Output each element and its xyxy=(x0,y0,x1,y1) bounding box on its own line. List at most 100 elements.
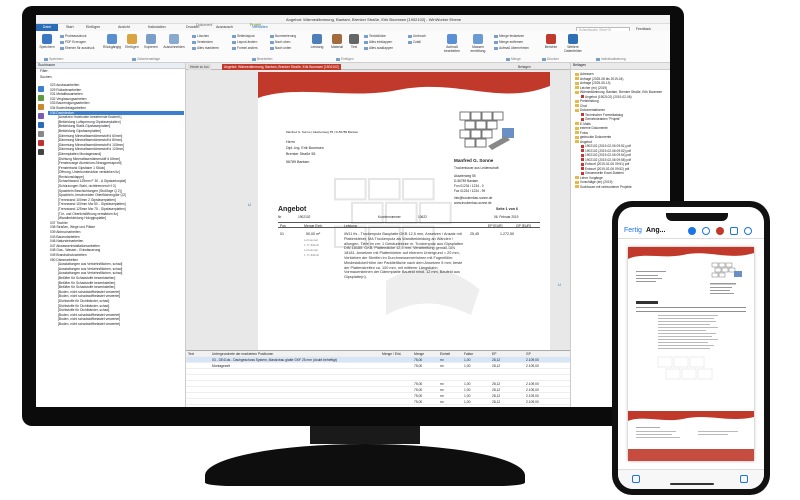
text-button[interactable]: Text xyxy=(348,34,360,49)
grid-cell-faktor: 1,00 xyxy=(464,400,471,404)
tab-start[interactable]: Start xyxy=(66,25,74,29)
attachment-label: Angebot (1902102) (2019-02-06) xyxy=(585,94,632,99)
grid-cell-gp: 2.109,00 xyxy=(526,358,539,362)
settings-icon[interactable] xyxy=(38,131,44,137)
attachment-label: Entwurf (2019-02-06 09:51) pdf xyxy=(585,162,630,166)
signature-icon[interactable] xyxy=(716,227,724,235)
page-layout-button[interactable]: Seitenlayout xyxy=(232,34,255,38)
fields-button[interactable]: Weitere Datenfelder xyxy=(562,34,584,53)
set-quantity-button[interactable]: Menge festsetzen xyxy=(494,34,524,38)
attachment-label: Gemeindeakten "Projekt" xyxy=(585,117,621,121)
attachment-label: Fotos xyxy=(580,130,588,135)
ribbon: Speichern Probeausdruck PDF Erzeugen Ebe… xyxy=(36,31,670,63)
move-up-button[interactable]: Nach oben xyxy=(270,40,290,44)
copy-button[interactable]: Kopieren xyxy=(142,34,160,49)
info-icon[interactable] xyxy=(38,122,44,128)
verstecken-button[interactable]: Verstecken xyxy=(192,40,213,44)
attachment-label: Suchbaum mit verbundener Projekte xyxy=(580,184,632,189)
delete-button[interactable]: Löschen xyxy=(192,34,209,38)
grid-cell-menge: 75,00 xyxy=(414,364,423,368)
cut-button[interactable]: Ausschneiden xyxy=(162,34,186,49)
tab-ansicht[interactable]: Ansicht xyxy=(118,25,130,29)
take-measure-button[interactable]: Aufmaß übernehmen xyxy=(494,46,529,50)
service-button[interactable]: Leistung xyxy=(308,34,326,49)
save-button[interactable]: Speichern xyxy=(38,34,56,49)
remove-quantity-button[interactable]: Menge entfernen xyxy=(494,40,523,44)
attachment-label: Anfrage (2025-05-13) xyxy=(580,81,611,85)
reports-button[interactable]: Berichte xyxy=(542,34,560,49)
header-wave xyxy=(258,72,550,98)
phone-done-button[interactable]: Fertig xyxy=(624,227,642,234)
attachment-label: Preisbindung xyxy=(580,99,599,103)
document-page[interactable]: Manfred G. Sonne | Akazienweg 55 | D-567… xyxy=(258,72,550,350)
folder-icon xyxy=(575,81,579,85)
attachment-label: gedruckte Dokumente xyxy=(580,135,612,139)
home-indicator[interactable] xyxy=(670,483,714,485)
markup-icon[interactable] xyxy=(688,227,696,235)
undo-button[interactable]: Rückgängig xyxy=(102,34,122,49)
grid-cell-menge: 75,00 xyxy=(414,400,423,404)
grid-cell-gp: 2.109,00 xyxy=(526,382,539,386)
calendar-icon[interactable] xyxy=(38,113,44,119)
col-gp: GP [EUR] xyxy=(516,224,531,228)
window-title: Angebot: Wärmedämmung, Bantam, Brenker S… xyxy=(286,17,462,22)
document-date: 06. Februar 2019 xyxy=(494,215,519,219)
numbering-button[interactable]: Nummerierung xyxy=(270,34,296,38)
attachment-label: Wärmedämmung, Bantam, Brenker Straße, Er… xyxy=(580,90,663,94)
tab-ausrausch[interactable]: Ausrausch xyxy=(216,25,233,29)
recipient-line-4: 56789 Bantam xyxy=(286,160,310,164)
folder-icon xyxy=(575,104,579,108)
zufall-button[interactable]: Zufall xyxy=(408,40,421,44)
attachment-item[interactable]: Suchbaum mit verbundener Projekte xyxy=(571,185,670,190)
share-icon[interactable] xyxy=(730,227,738,235)
ebenen-button[interactable]: Ebenen für ausdruck xyxy=(60,46,94,50)
mass-button[interactable]: Massen ermittlung xyxy=(466,34,490,53)
paste-button[interactable]: Einfügen xyxy=(124,34,140,49)
umbruch-button[interactable]: Umbruch xyxy=(408,34,426,38)
title-bar: Angebot: Wärmedämmung, Bantam, Brenker S… xyxy=(36,15,670,24)
grid-icon[interactable] xyxy=(632,475,640,483)
grid-col-gp: GP xyxy=(526,352,531,356)
collapse-all-button[interactable]: Alles einklappen xyxy=(364,40,392,44)
stage: Angebot: Wärmedämmung, Bantam, Brenker S… xyxy=(0,0,800,500)
attachment-label: 1902102 (2019-02-06 09:58) pdf xyxy=(585,157,631,162)
search-label[interactable]: Suchen xyxy=(36,75,185,81)
tools-icon[interactable] xyxy=(38,149,44,155)
grid-cell-einh: m² xyxy=(440,394,444,398)
ribbon-tabs: Datei Start Einfügen Ansicht Kalkulation… xyxy=(36,23,670,33)
grid-cell-gp: 2.109,00 xyxy=(526,394,539,398)
document-icon[interactable] xyxy=(38,86,44,92)
material-button[interactable]: Material xyxy=(328,34,346,49)
text-icon[interactable] xyxy=(702,227,710,235)
measure-button[interactable]: Aufmaß bearbeiten xyxy=(440,34,464,53)
grid-row[interactable]: 75,00 m² 1,00 28,12 2.109,00 xyxy=(186,399,570,405)
copy-icon xyxy=(146,34,156,44)
phone: Fertig Ang... xyxy=(612,201,770,495)
grid-cell-faktor: 1,00 xyxy=(464,388,471,392)
attachment-label: 1902102 (2019-02-06 09:52) pdf xyxy=(585,148,631,153)
tab-datei[interactable]: Datei xyxy=(36,24,58,31)
textblocks-button[interactable]: Textoblöcke xyxy=(364,34,386,38)
pdf-button[interactable]: PDF Erzeugen xyxy=(60,40,86,44)
select-all-button[interactable]: Alles markieren xyxy=(192,46,219,50)
folder-icon xyxy=(575,122,579,126)
layout-change-button[interactable]: Layout ändern xyxy=(232,40,257,44)
formula-button[interactable]: Formel anders xyxy=(232,46,258,50)
tab-einfuegen[interactable]: Einfügen xyxy=(86,25,100,29)
reports-sidebar-icon[interactable] xyxy=(38,140,44,146)
search-icon[interactable] xyxy=(744,227,752,235)
project-icon[interactable] xyxy=(38,104,44,110)
move-down-button[interactable]: Nach unten xyxy=(270,46,291,50)
expand-all-button[interactable]: Alles ausklappen xyxy=(364,46,393,50)
phone-document-preview[interactable] xyxy=(628,247,754,461)
address-icon[interactable] xyxy=(38,95,44,101)
material-icon xyxy=(332,34,342,44)
tab-kalkulation[interactable]: Kalkulation xyxy=(148,25,166,29)
attachment-label: externe Dokumente xyxy=(580,126,608,130)
phone-toolbar: Fertig Ang... xyxy=(618,223,764,239)
left-tree-panel: Suchbaum Filter: Suchen 023 Ausbauarbeit… xyxy=(36,63,186,407)
tree-item[interactable]: [Boden, nicht schadstoffbelastet verwert… xyxy=(48,322,184,327)
nr-value: 1902102 xyxy=(298,215,311,219)
share-bottom-icon[interactable] xyxy=(740,475,748,483)
probeausdruck-button[interactable]: Probeausdruck xyxy=(60,34,86,38)
